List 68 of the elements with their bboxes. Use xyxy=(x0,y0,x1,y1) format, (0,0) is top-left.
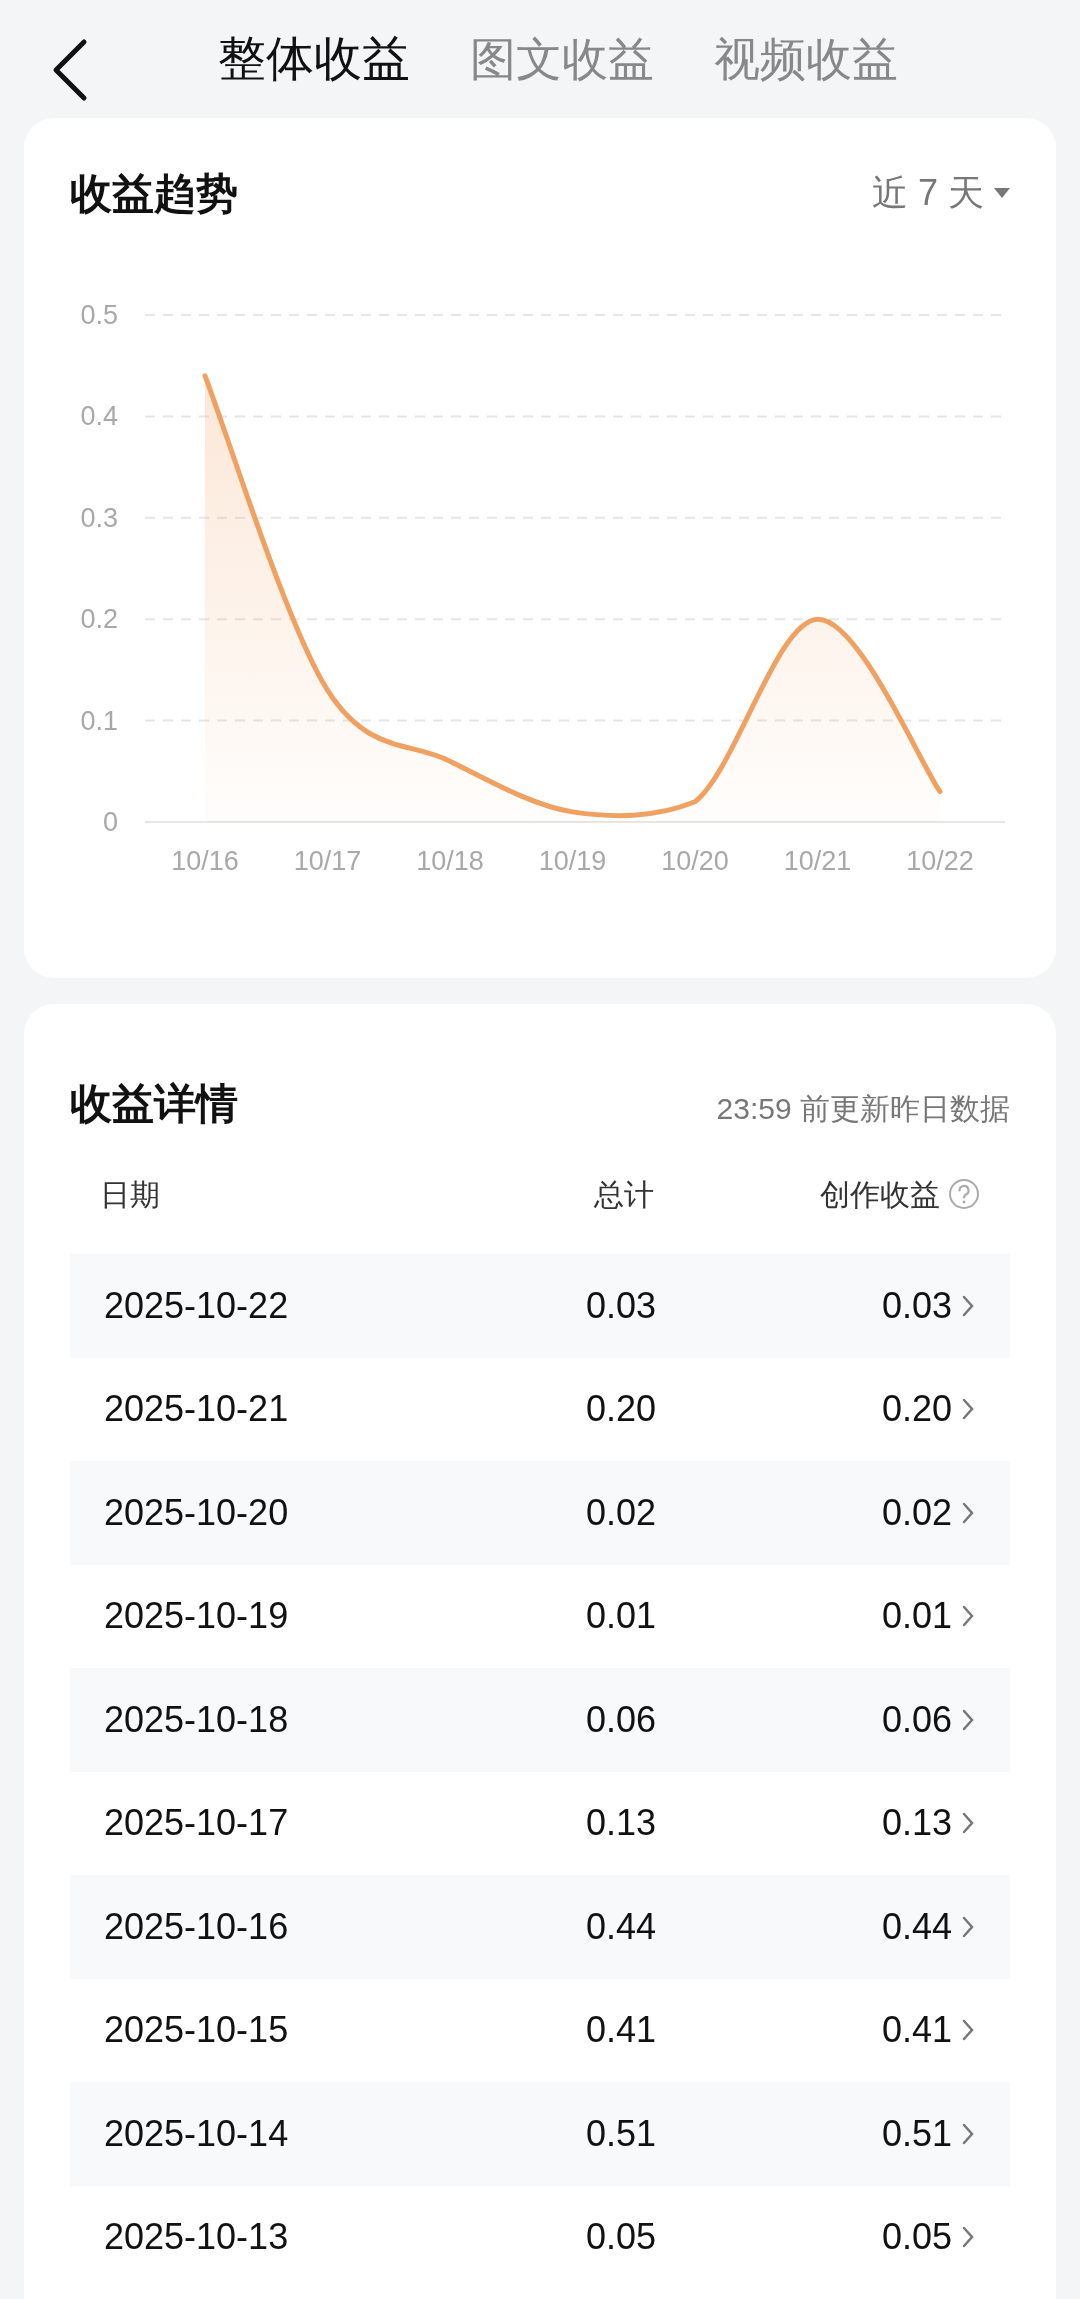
total-cell-text: 0.44 xyxy=(584,1904,656,1949)
table-row[interactable]: 2025-10-16 0.44 0.44 xyxy=(70,1875,1010,1979)
table-row[interactable]: 2025-10-18 0.06 0.06 xyxy=(70,1668,1010,1772)
total-cell-text: 0.05 xyxy=(584,2215,656,2260)
update-note: 23:59 前更新昨日数据 xyxy=(716,1091,1010,1127)
total-cell-text: 0.06 xyxy=(584,1697,656,1742)
card-title: 收益详情 xyxy=(70,1079,238,1129)
caret-icon xyxy=(994,188,1010,198)
chevron-right-icon xyxy=(962,1915,974,1938)
total-cell-text: 0.01 xyxy=(584,1594,656,1639)
chevron-right-icon xyxy=(962,1398,974,1421)
card-title: 收益趋势 xyxy=(70,168,238,219)
total-cell-text: 0.20 xyxy=(584,1387,656,1432)
creation-cell-text: 0.51 xyxy=(881,2111,952,2156)
chevron-right-icon xyxy=(962,2019,974,2042)
column-header: 总计 xyxy=(593,1176,655,1213)
creation-cell-text: 0.44 xyxy=(881,1904,952,1949)
creation-cell-text: 0.06 xyxy=(881,1697,952,1742)
column-header: 日期 xyxy=(100,1176,161,1213)
date-cell-text: 2025-10-13 xyxy=(104,2215,290,2260)
x-axis-label: 10/16 xyxy=(171,846,239,876)
date-cell-text: 2025-10-20 xyxy=(104,1490,290,1535)
range-dropdown[interactable]: 近 7 天 xyxy=(871,166,1010,220)
date-cell-text: 2025-10-14 xyxy=(104,2111,290,2156)
x-axis-label: 10/17 xyxy=(293,846,362,876)
column-header: 创作收益 xyxy=(820,1176,940,1213)
x-axis-label: 10/22 xyxy=(906,846,974,876)
chevron-right-icon xyxy=(962,2226,974,2249)
chevron-right-icon xyxy=(962,1812,974,1835)
y-axis-label: 0.1 xyxy=(80,705,118,736)
chevron-right-icon xyxy=(962,1294,974,1317)
creation-cell-text: 0.05 xyxy=(881,2215,952,2260)
y-axis-label: 0.2 xyxy=(80,604,118,635)
chevron-right-icon xyxy=(962,1708,974,1731)
creation-cell-text: 0.13 xyxy=(881,1801,952,1846)
total-cell-text: 0.13 xyxy=(584,1801,656,1846)
total-cell-text: 0.02 xyxy=(584,1490,656,1535)
total-cell-text: 0.41 xyxy=(584,2008,656,2053)
date-cell-text: 2025-10-17 xyxy=(104,1801,290,1846)
date-cell-text: 2025-10-16 xyxy=(104,1904,290,1949)
back-icon[interactable] xyxy=(52,38,88,102)
table-row[interactable]: 2025-10-20 0.02 0.02 xyxy=(70,1461,1010,1565)
table-row[interactable]: 2025-10-22 0.03 0.03 xyxy=(70,1254,1010,1358)
x-axis-label: 10/20 xyxy=(661,846,729,876)
date-cell-text: 2025-10-21 xyxy=(104,1387,290,1432)
y-axis-label: 0 xyxy=(102,807,118,837)
date-cell-text: 2025-10-19 xyxy=(104,1594,290,1639)
total-cell-text: 0.51 xyxy=(584,2111,656,2156)
creation-cell-text: 0.20 xyxy=(881,1387,952,1432)
total-cell-text: 0.03 xyxy=(584,1283,656,1328)
chevron-right-icon xyxy=(962,1501,974,1524)
creation-cell-text: 0.01 xyxy=(881,1594,952,1639)
chevron-right-icon xyxy=(962,1605,974,1628)
x-axis-label: 10/18 xyxy=(416,846,484,876)
tab[interactable]: 整体收益 xyxy=(218,23,410,95)
y-axis-label: 0.4 xyxy=(80,401,118,432)
creation-cell-text: 0.03 xyxy=(881,1283,952,1328)
x-axis-label: 10/21 xyxy=(783,846,852,876)
date-cell-text: 2025-10-22 xyxy=(104,1283,290,1328)
y-axis-label: 0.3 xyxy=(80,502,118,533)
date-cell-text: 2025-10-18 xyxy=(104,1697,290,1742)
chevron-right-icon xyxy=(962,2122,974,2145)
x-axis-label: 10/19 xyxy=(538,846,607,876)
creation-cell-text: 0.02 xyxy=(881,1490,952,1535)
date-cell-text: 2025-10-15 xyxy=(104,2008,290,2053)
table-row[interactable]: 2025-10-14 0.51 0.51 xyxy=(70,2082,1010,2186)
creation-cell-text: 0.41 xyxy=(881,2008,952,2053)
y-axis-label: 0.5 xyxy=(80,300,118,330)
